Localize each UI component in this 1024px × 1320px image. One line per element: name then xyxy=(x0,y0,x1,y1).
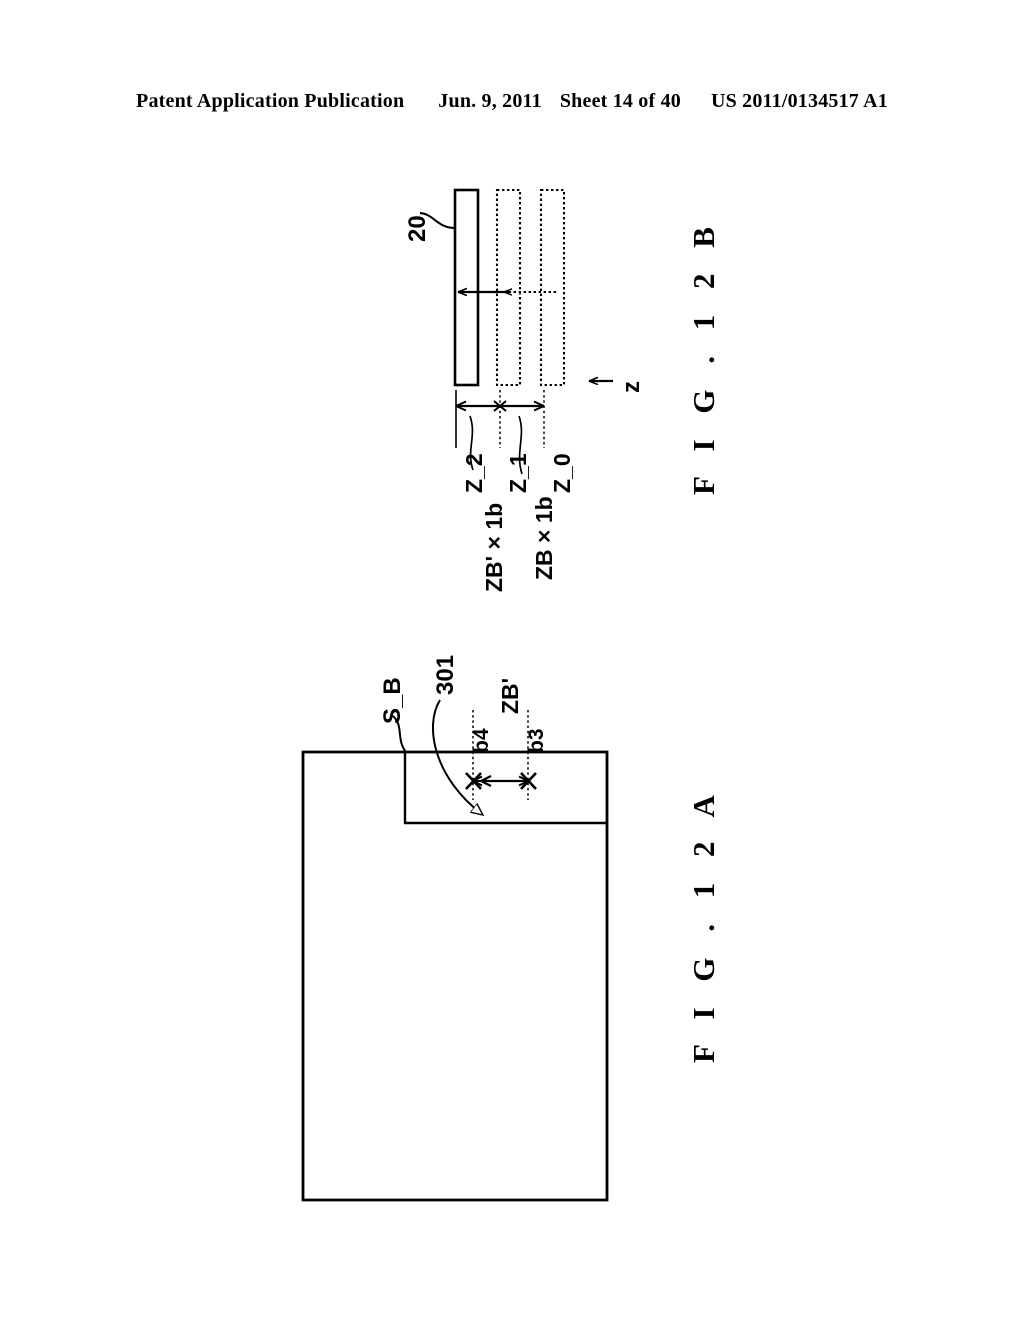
fig12a-label-b3: b3 xyxy=(525,728,548,753)
fig12b-label-zb-prime-1b: ZB' × 1b xyxy=(481,502,507,592)
fig-12a-caption: F I G . 1 2 A xyxy=(686,786,721,1063)
fig12a-label-sb: S_B xyxy=(379,677,406,724)
fig12a-ref-301: 301 xyxy=(432,654,459,695)
fig12b-slab-dotted-1 xyxy=(495,188,522,387)
fig12b-slab-solid xyxy=(453,188,480,387)
patent-drawing-svg xyxy=(301,188,613,1202)
fig-12a-graphics xyxy=(301,699,609,1202)
drawing-sheet xyxy=(0,0,1024,1320)
fig12b-label-z1: Z_1 xyxy=(505,453,531,493)
fig12b-label-zb-1b: ZB × 1b xyxy=(531,496,557,580)
fig-12b-caption: F I G . 1 2 B xyxy=(686,218,721,495)
fig12b-label-z0: Z_0 xyxy=(549,453,575,493)
fig12b-ref-20: 20 xyxy=(404,215,431,242)
fig12b-slab-dotted-2 xyxy=(539,188,566,387)
fig12a-outline xyxy=(301,750,609,1202)
fig12a-label-zb-prime: ZB' xyxy=(497,677,523,714)
fig12a-label-b4: b4 xyxy=(470,728,493,753)
fig12b-label-z2: Z_2 xyxy=(461,453,487,493)
fig-12b-graphics xyxy=(419,188,613,475)
fig12b-axis-label-z: z xyxy=(618,381,645,393)
